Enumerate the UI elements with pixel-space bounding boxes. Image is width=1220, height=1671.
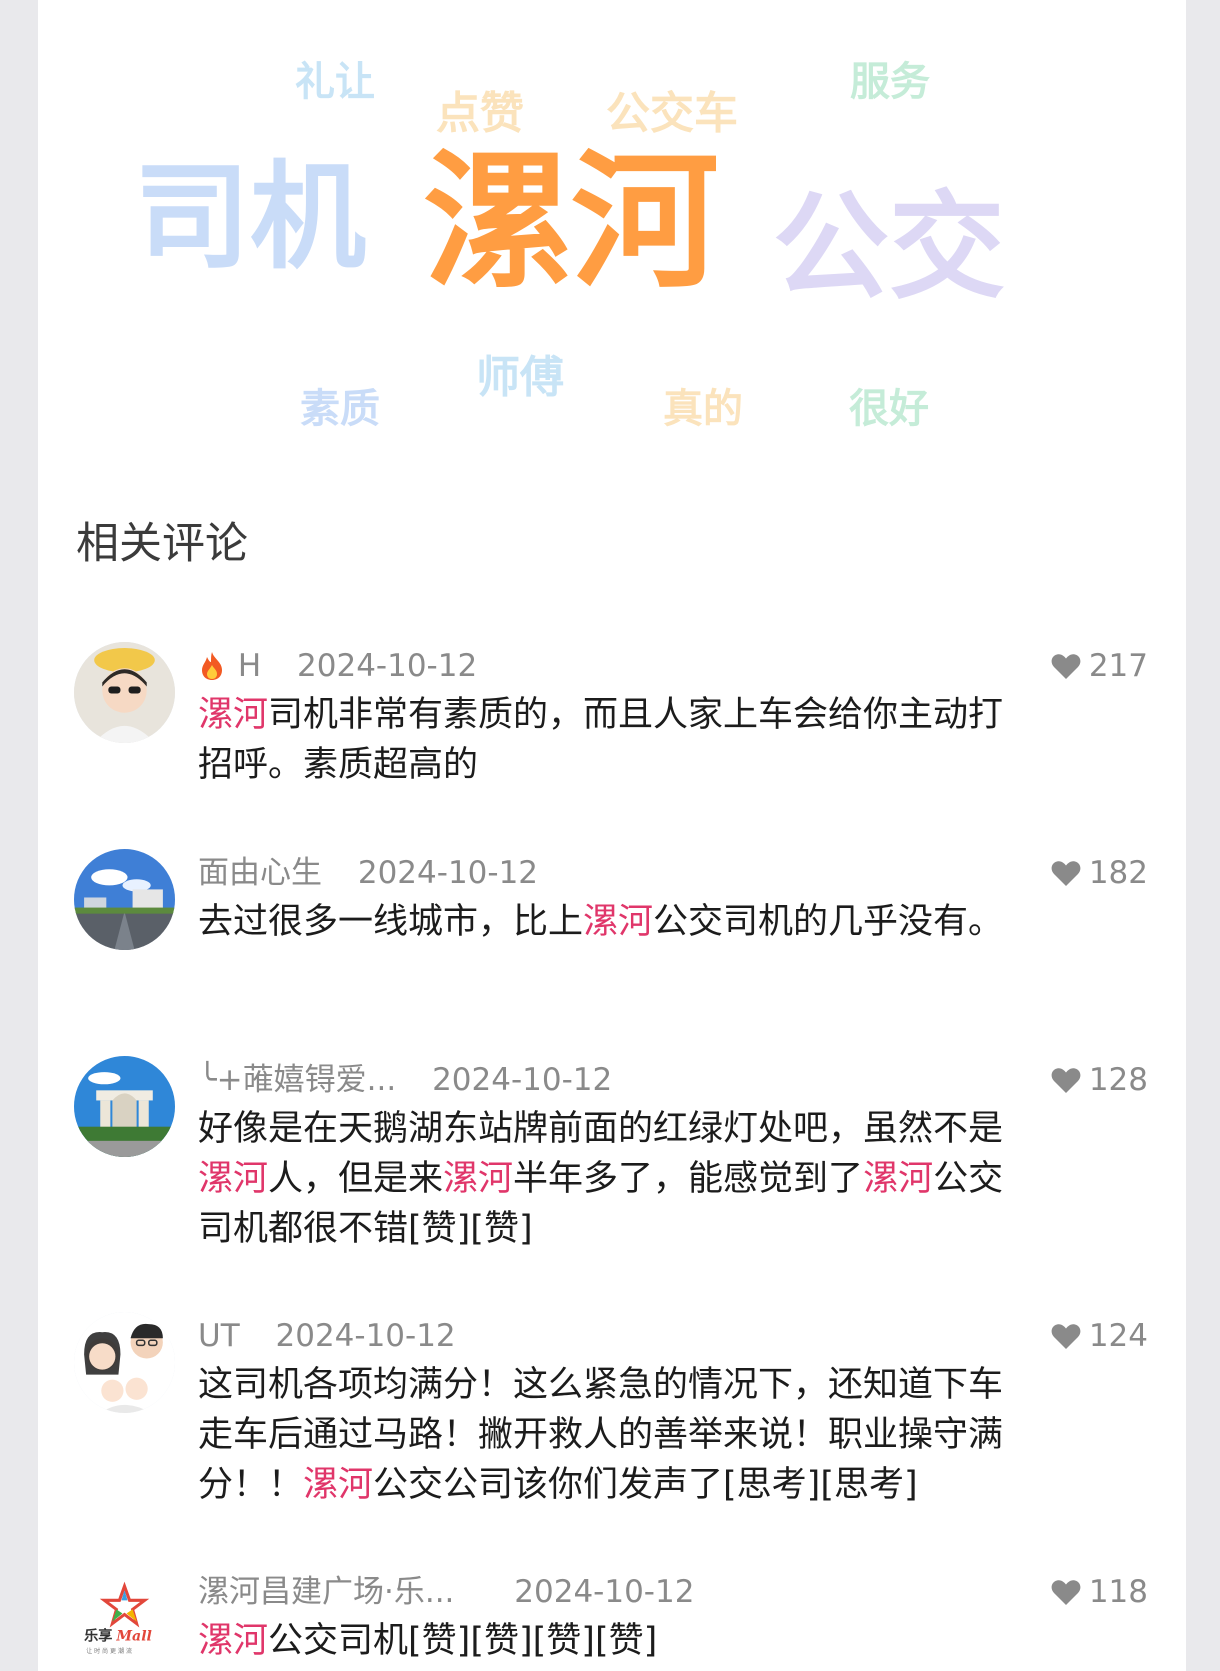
avatar[interactable] [74, 1312, 175, 1413]
comment-date: 2024-10-12 [297, 648, 478, 684]
comment-username[interactable]: 面由心生 [198, 855, 322, 891]
related-comments-title: 相关评论 [76, 519, 248, 569]
like-button[interactable]: 118 [1051, 1574, 1148, 1610]
avatar[interactable] [74, 849, 175, 950]
comment-text: 漯河公交司机[赞][赞][赞][赞] [198, 1616, 1028, 1666]
avatar[interactable] [74, 1056, 175, 1157]
comment-date: 2024-10-12 [432, 1062, 613, 1098]
cloud-word: 公交 [773, 180, 1005, 315]
like-count: 182 [1088, 855, 1148, 891]
comment-text: 漯河司机非常有素质的，而且人家上车会给你主动打招呼。素质超高的 [198, 690, 1028, 790]
comment-text-segment: 去过很多一线城市，比上 [198, 902, 584, 942]
like-count: 124 [1088, 1318, 1148, 1354]
cloud-word: 真的 [663, 386, 743, 432]
avatar[interactable] [74, 642, 175, 743]
cloud-word: 师傅 [476, 352, 564, 403]
word-cloud: 礼让 点赞 公交车 服务 司机 漯河 公交 素质 师傅 真的 很好 [38, 0, 1186, 470]
comment-text-segment: 司机非常有素质的，而且人家上车会给你主动打招呼。素质超高的 [198, 695, 1004, 785]
highlighted-keyword: 漯河 [198, 1159, 269, 1199]
like-button[interactable]: 182 [1051, 855, 1148, 891]
avatar[interactable]: 乐享 Mall 让 时 尚 更 潮 流 [74, 1568, 175, 1669]
comment-item[interactable]: UT 2024-10-12 124 这司机各项均满分！这么紧急的情况下，还知道下… [38, 1312, 1186, 1512]
comment-text-segment: 好像是在天鹅湖东站牌前面的红绿灯处吧，虽然不是 [198, 1109, 1004, 1149]
comments-card: 礼让 点赞 公交车 服务 司机 漯河 公交 素质 师傅 真的 很好 相关评论 H… [38, 0, 1186, 1671]
cloud-word: 点赞 [436, 88, 524, 139]
comment-username[interactable]: UT [198, 1318, 240, 1354]
comment-date: 2024-10-12 [357, 855, 539, 891]
comment-text-segment: 半年多了，能感觉到了 [513, 1159, 864, 1199]
svg-text:Mall: Mall [115, 1629, 152, 1645]
comment-item[interactable]: 乐享 Mall 让 时 尚 更 潮 流 漯河昌建广场·乐... 2024-10-… [38, 1568, 1186, 1671]
heart-icon [1051, 1068, 1081, 1093]
cloud-word: 素质 [300, 386, 380, 432]
comment-text: 这司机各项均满分！这么紧急的情况下，还知道下车走车后通过马路！撇开救人的善举来说… [198, 1360, 1028, 1510]
cloud-word: 礼让 [295, 59, 375, 105]
comment-text: 好像是在天鹅湖东站牌前面的红绿灯处吧，虽然不是漯河人，但是来漯河半年多了，能感觉… [198, 1104, 1028, 1254]
cloud-word: 公交车 [606, 88, 738, 139]
highlighted-keyword: 漯河 [303, 1465, 374, 1505]
comment-username[interactable]: ╰+蓶嬉锝爱... [198, 1062, 396, 1098]
cloud-word: 司机 [134, 150, 366, 285]
comment-date: 2024-10-12 [514, 1574, 695, 1610]
fire-icon [198, 648, 228, 684]
like-count: 128 [1088, 1062, 1148, 1098]
like-count: 118 [1088, 1574, 1148, 1610]
comment-text-segment: 公交司机[赞][赞][赞][赞] [268, 1621, 658, 1661]
comment-text: 去过很多一线城市，比上漯河公交司机的几乎没有。 [198, 897, 1028, 947]
like-button[interactable]: 217 [1051, 648, 1148, 684]
cloud-word: 很好 [849, 386, 929, 432]
comment-item[interactable]: 面由心生 2024-10-12 182 去过很多一线城市，比上漯河公交司机的几乎… [38, 849, 1186, 999]
highlighted-keyword: 漯河 [863, 1159, 934, 1199]
comment-meta: 面由心生 2024-10-12 [198, 855, 1018, 891]
svg-text:乐享: 乐享 [84, 1628, 112, 1645]
svg-text:让 时 尚 更 潮 流: 让 时 尚 更 潮 流 [86, 1647, 132, 1655]
like-button[interactable]: 128 [1051, 1062, 1148, 1098]
comment-username[interactable]: H [238, 648, 261, 684]
heart-icon [1051, 1580, 1081, 1605]
comment-meta: UT 2024-10-12 [198, 1318, 1018, 1354]
comment-text-segment: 人，但是来 [268, 1159, 444, 1199]
comment-text-segment: 公交司机的几乎没有。 [653, 902, 1004, 942]
comment-date: 2024-10-12 [275, 1318, 456, 1354]
like-button[interactable]: 124 [1051, 1318, 1148, 1354]
comment-username[interactable]: 漯河昌建广场·乐... [198, 1574, 454, 1610]
cloud-word: 漯河 [423, 136, 719, 308]
comment-meta: ╰+蓶嬉锝爱... 2024-10-12 [198, 1062, 1018, 1098]
highlighted-keyword: 漯河 [583, 902, 654, 942]
highlighted-keyword: 漯河 [198, 1621, 269, 1661]
heart-icon [1051, 861, 1081, 886]
comment-meta: 漯河昌建广场·乐... 2024-10-12 [198, 1574, 1018, 1610]
like-count: 217 [1088, 648, 1148, 684]
comment-meta: H 2024-10-12 [198, 648, 1018, 684]
heart-icon [1051, 1324, 1081, 1349]
comment-item[interactable]: H 2024-10-12 217 漯河司机非常有素质的，而且人家上车会给你主动打… [38, 642, 1186, 792]
highlighted-keyword: 漯河 [198, 695, 269, 735]
comment-text-segment: 公交公司该你们发声了[思考][思考] [373, 1465, 918, 1505]
cloud-word: 服务 [850, 59, 930, 105]
highlighted-keyword: 漯河 [443, 1159, 514, 1199]
comment-item[interactable]: ╰+蓶嬉锝爱... 2024-10-12 128 好像是在天鹅湖东站牌前面的红绿… [38, 1056, 1186, 1256]
heart-icon [1051, 654, 1081, 679]
